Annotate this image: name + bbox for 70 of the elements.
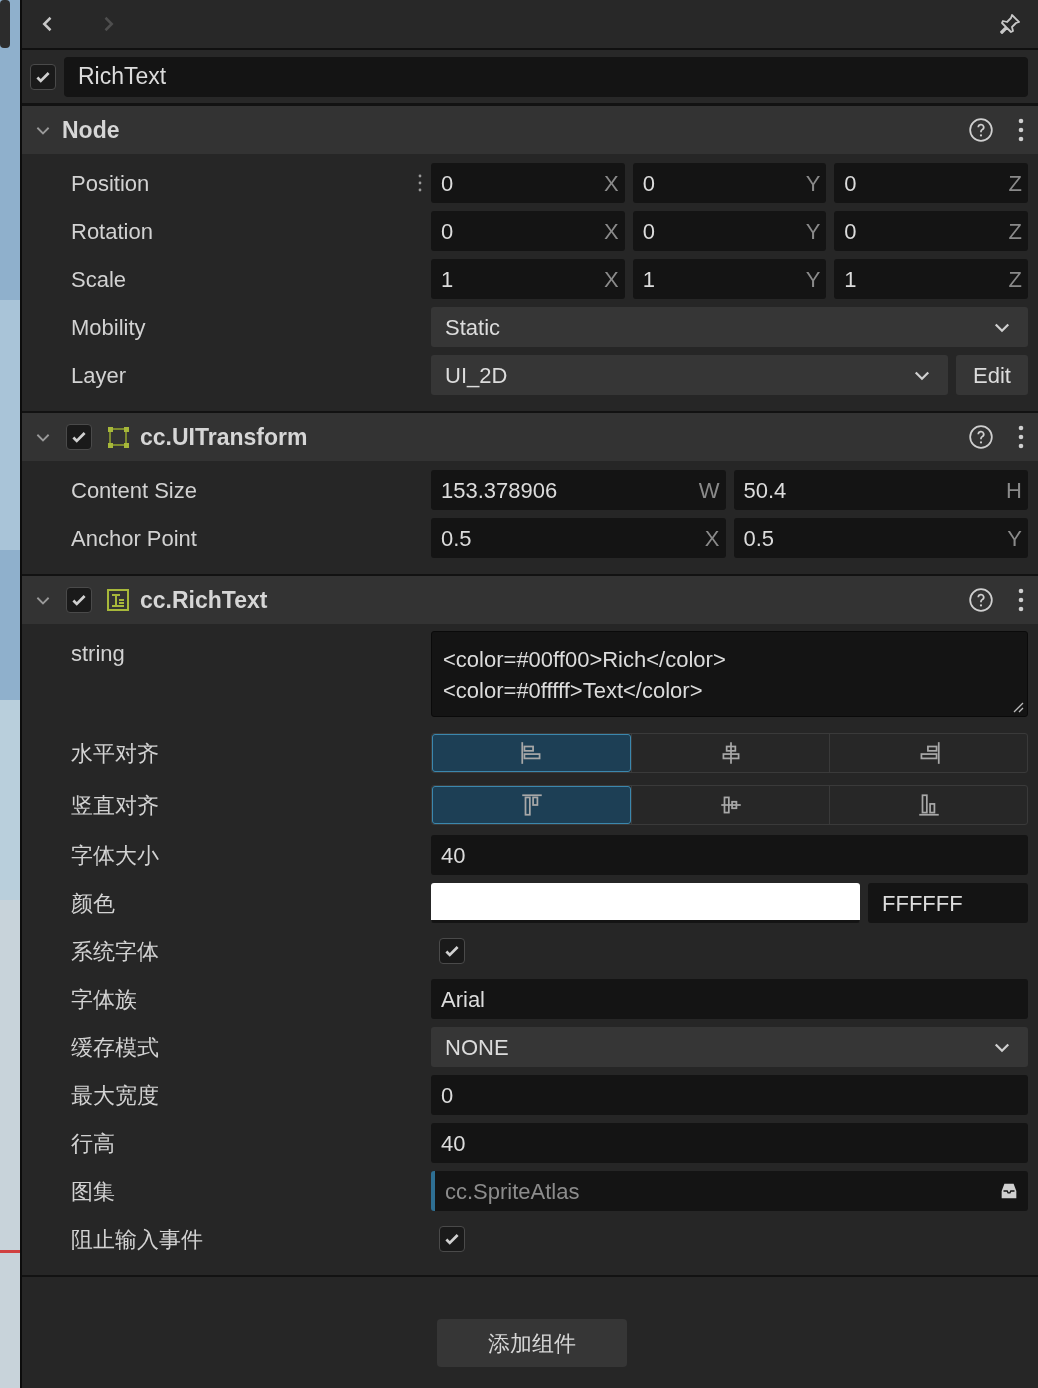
property-label: 颜色 xyxy=(71,889,115,918)
property-label: string xyxy=(71,640,125,668)
dropdown[interactable]: UI_2D xyxy=(431,355,948,395)
number-field[interactable]: 1 X xyxy=(431,259,625,299)
text-field[interactable]: Arial xyxy=(431,979,1028,1019)
number-field[interactable]: 50.4 H xyxy=(733,470,1028,510)
property-label: 竖直对齐 xyxy=(71,791,159,820)
align-option[interactable] xyxy=(432,734,631,772)
component-header[interactable]: cc.UITransform xyxy=(22,413,1038,461)
asset-field[interactable]: cc.SpriteAtlas xyxy=(431,1171,1028,1211)
property-label: 缓存模式 xyxy=(71,1033,159,1062)
dropdown[interactable]: Static xyxy=(431,307,1028,347)
number-field[interactable]: 0 Z xyxy=(834,163,1028,203)
number-field[interactable]: 0.5 X xyxy=(431,518,726,558)
edit-button[interactable]: Edit xyxy=(956,355,1028,395)
property-label: 最大宽度 xyxy=(71,1081,159,1110)
add-component-button[interactable]: 添加组件 xyxy=(437,1319,627,1367)
component-title: cc.RichText xyxy=(140,585,269,615)
checkbox[interactable] xyxy=(66,424,92,450)
pin-icon[interactable] xyxy=(998,12,1022,36)
number-field[interactable]: 0 X xyxy=(431,211,625,251)
property-label: Rotation xyxy=(71,217,153,246)
property-label: 阻止输入事件 xyxy=(71,1225,203,1254)
more-icon[interactable] xyxy=(1018,118,1024,142)
text-field[interactable]: 0 xyxy=(431,1075,1028,1115)
help-icon[interactable] xyxy=(968,117,994,143)
resize-handle-icon[interactable] xyxy=(1012,701,1024,713)
color-swatch[interactable] xyxy=(431,883,860,923)
property-label: 图集 xyxy=(71,1177,115,1206)
number-field[interactable]: 0 X xyxy=(431,163,625,203)
property-label: Layer xyxy=(71,361,127,390)
checkbox[interactable] xyxy=(439,1226,465,1252)
property-label: Scale xyxy=(71,265,127,294)
number-field[interactable]: 0.5 Y xyxy=(733,518,1028,558)
text-area[interactable]: <color=#00ff00>Rich</color> <color=#0fffff>Text</color> xyxy=(431,631,1028,717)
text-field[interactable]: 40 xyxy=(431,835,1028,875)
text-component-icon xyxy=(106,588,130,612)
more-icon[interactable] xyxy=(1018,425,1024,449)
property-label: 字体大小 xyxy=(71,841,159,870)
property-label: Position xyxy=(71,169,150,198)
checkbox[interactable] xyxy=(30,63,56,90)
property-label: 字体族 xyxy=(71,985,137,1014)
property-label: 水平对齐 xyxy=(71,739,159,768)
more-icon[interactable] xyxy=(1018,588,1024,612)
text-field[interactable]: 40 xyxy=(431,1123,1028,1163)
property-label: 系统字体 xyxy=(71,937,159,966)
property-label: Content Size xyxy=(71,476,197,505)
number-field[interactable]: 0 Y xyxy=(632,211,827,251)
component-header[interactable]: Node xyxy=(22,106,1038,154)
number-field[interactable]: 0 Y xyxy=(632,163,827,203)
property-label: 行高 xyxy=(71,1129,115,1158)
number-field[interactable]: 0 Z xyxy=(834,211,1028,251)
dropdown[interactable]: NONE xyxy=(431,1027,1028,1067)
number-field[interactable]: 1 Z xyxy=(834,259,1028,299)
drag-handle-icon[interactable] xyxy=(417,173,422,193)
component-header[interactable]: cc.RichText xyxy=(22,576,1038,624)
checkbox[interactable] xyxy=(439,938,465,964)
help-icon[interactable] xyxy=(968,587,994,613)
number-field[interactable]: 153.378906 W xyxy=(431,470,726,510)
number-field[interactable]: 1 Y xyxy=(632,259,827,299)
hex-field[interactable]: FFFFFF xyxy=(868,883,1028,923)
node-name-field[interactable]: RichText xyxy=(64,56,1028,97)
component-title: cc.UITransform xyxy=(140,422,309,452)
property-label: Anchor Point xyxy=(71,524,197,553)
align-option[interactable] xyxy=(432,786,631,824)
component-title: Node xyxy=(62,115,121,145)
transform-icon xyxy=(106,425,130,449)
help-icon[interactable] xyxy=(968,424,994,450)
checkbox[interactable] xyxy=(66,587,92,613)
property-label: Mobility xyxy=(71,313,146,342)
